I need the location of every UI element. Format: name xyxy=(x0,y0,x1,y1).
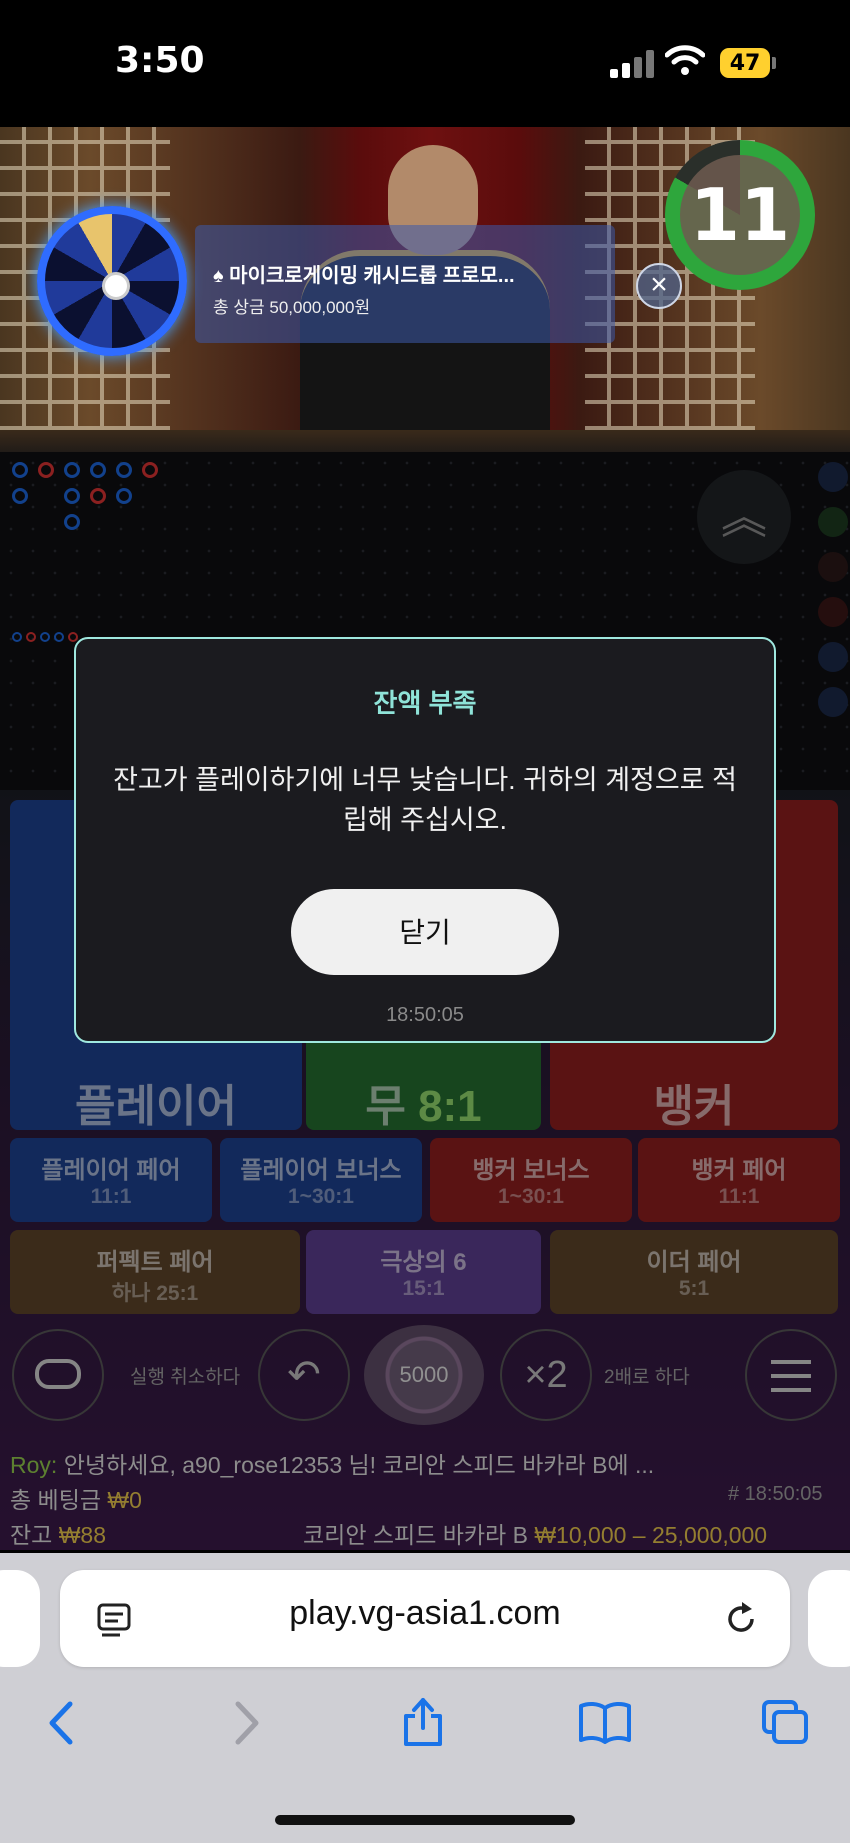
promo-prize: 총 상금 50,000,000원 xyxy=(213,298,371,317)
battery-icon: 47 xyxy=(720,48,770,78)
home-indicator[interactable] xyxy=(275,1815,575,1825)
share-icon[interactable] xyxy=(400,1694,446,1748)
countdown-timer: 11 xyxy=(680,155,800,275)
dialog-close-button[interactable]: 닫기 xyxy=(291,889,559,975)
url-text[interactable]: play.vg-asia1.com xyxy=(60,1594,790,1633)
bookmarks-icon[interactable] xyxy=(578,1700,632,1744)
status-time: 3:50 xyxy=(115,40,205,81)
back-arrow-icon[interactable] xyxy=(46,1700,76,1746)
battery-nub xyxy=(772,57,776,69)
promo-close-button[interactable]: × xyxy=(636,263,682,309)
wheel-hub xyxy=(102,272,130,300)
cellular-signal-icon xyxy=(610,50,654,78)
promo-title: ♠ 마이크로게이밍 캐시드롭 프로모... xyxy=(213,265,515,287)
wifi-icon xyxy=(665,45,705,75)
next-tab-preview[interactable] xyxy=(808,1570,850,1667)
dialog-message: 잔고가 플레이하기에 너무 낮습니다. 귀하의 계정으로 적립해 주십시오. xyxy=(113,765,737,835)
dialog-timestamp: 18:50:05 xyxy=(386,1004,464,1026)
previous-tab-preview[interactable] xyxy=(0,1570,40,1667)
battery-level: 47 xyxy=(729,50,761,76)
dialog-title: 잔액 부족 xyxy=(373,688,477,718)
reload-icon[interactable] xyxy=(722,1600,760,1638)
tabs-icon[interactable] xyxy=(760,1698,810,1746)
forward-arrow-icon[interactable] xyxy=(232,1700,262,1746)
